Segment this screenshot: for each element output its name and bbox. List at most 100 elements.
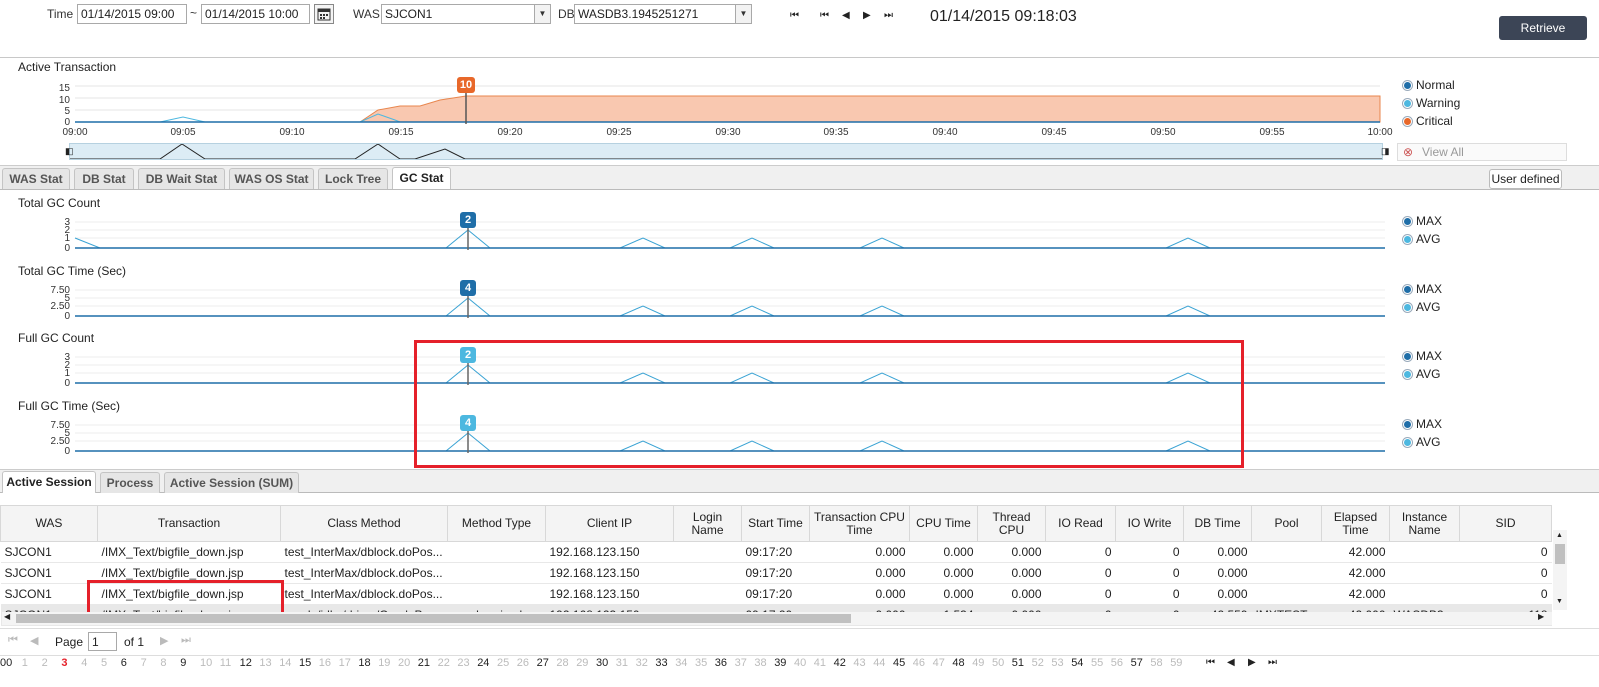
last-page-icon[interactable]: ⏭	[181, 634, 191, 647]
minute-link[interactable]: 21	[418, 657, 430, 669]
minute-link[interactable]: 52	[1032, 657, 1044, 669]
minute-link[interactable]: 4	[81, 657, 87, 669]
column-header[interactable]: Instance Name	[1389, 505, 1460, 542]
legend-item-max[interactable]: MAX	[1403, 415, 1442, 433]
minute-link[interactable]: 55	[1091, 657, 1103, 669]
minute-link[interactable]: 1	[22, 657, 28, 669]
column-header[interactable]: Class Method	[280, 505, 448, 542]
minute-link[interactable]: 32	[636, 657, 648, 669]
minute-link[interactable]: 19	[378, 657, 390, 669]
previous-minute-icon[interactable]: ◀	[1227, 657, 1235, 668]
column-header[interactable]: DB Time	[1183, 505, 1252, 542]
last-minute-icon[interactable]: ⏭	[1268, 657, 1277, 668]
legend-item-avg[interactable]: AVG	[1403, 298, 1442, 316]
column-header[interactable]: Elapsed Time	[1321, 505, 1390, 542]
column-header[interactable]: Transaction CPU Time	[809, 505, 910, 542]
minute-link[interactable]: 5	[101, 657, 107, 669]
minute-link[interactable]: 58	[1150, 657, 1162, 669]
minute-link[interactable]: 35	[695, 657, 707, 669]
tab-process[interactable]: Process	[100, 472, 160, 493]
vertical-scrollbar[interactable]: ▲ ▼	[1553, 530, 1567, 610]
minute-link[interactable]: 39	[774, 657, 786, 669]
column-header[interactable]: Client IP	[545, 505, 674, 542]
minute-link[interactable]: 22	[438, 657, 450, 669]
minute-link[interactable]: 48	[952, 657, 964, 669]
minute-link[interactable]: 45	[893, 657, 905, 669]
active-transaction-marker[interactable]: 10	[457, 77, 475, 93]
minute-link[interactable]: 29	[576, 657, 588, 669]
minute-link[interactable]: 26	[517, 657, 529, 669]
previous-page-icon[interactable]: ◀	[30, 634, 38, 647]
minute-link[interactable]: 14	[279, 657, 291, 669]
column-header[interactable]: Method Type	[447, 505, 546, 542]
was-select[interactable]: SJCON1 ▼	[381, 4, 551, 24]
minute-link[interactable]: 34	[675, 657, 687, 669]
next-icon[interactable]: ▶	[863, 10, 871, 21]
table-row[interactable]: SJCON1/IMX_Text/bigfile_down.jsp test_Int…	[0, 541, 1552, 563]
minute-link[interactable]: 47	[933, 657, 945, 669]
legend-item-warning[interactable]: Warning	[1403, 94, 1460, 112]
minute-link[interactable]: 53	[1051, 657, 1063, 669]
minute-link[interactable]: 25	[497, 657, 509, 669]
column-header[interactable]: Thread CPU	[977, 505, 1046, 542]
minute-link[interactable]: 42	[834, 657, 846, 669]
minute-link[interactable]: 51	[1012, 657, 1024, 669]
legend-item-avg[interactable]: AVG	[1403, 365, 1442, 383]
db-select[interactable]: WASDB3.1945251271 ▼	[574, 4, 752, 24]
tab-db-wait-stat[interactable]: DB Wait Stat	[138, 168, 225, 189]
navigator-right-handle[interactable]: ◨	[1381, 146, 1390, 157]
overview-navigator[interactable]	[69, 143, 1383, 160]
tab-was-os-stat[interactable]: WAS OS Stat	[229, 168, 314, 189]
retrieve-button[interactable]: Retrieve	[1499, 16, 1587, 40]
minute-link[interactable]: 38	[754, 657, 766, 669]
last-page-icon[interactable]: ⏭	[884, 10, 893, 21]
minute-link[interactable]: 50	[992, 657, 1004, 669]
minute-link[interactable]: 23	[457, 657, 469, 669]
time-from-input[interactable]: 01/14/2015 09:00	[77, 4, 187, 24]
column-header[interactable]: Transaction	[97, 505, 281, 542]
legend-item-max[interactable]: MAX	[1403, 212, 1442, 230]
column-header[interactable]: CPU Time	[909, 505, 978, 542]
first-page-icon[interactable]: ⏮	[790, 10, 799, 21]
column-header[interactable]: Start Time	[741, 505, 810, 542]
minute-link[interactable]: 37	[735, 657, 747, 669]
tab-gc-stat[interactable]: GC Stat	[392, 167, 451, 189]
minute-link[interactable]: 24	[477, 657, 489, 669]
minute-link[interactable]: 28	[556, 657, 568, 669]
legend-item-max[interactable]: MAX	[1403, 280, 1442, 298]
column-header[interactable]: Login Name	[673, 505, 742, 542]
user-defined-button[interactable]: User defined	[1489, 169, 1562, 189]
minute-link[interactable]: 9	[180, 657, 186, 669]
minute-link[interactable]: 15	[299, 657, 311, 669]
minute-link[interactable]: 11	[220, 657, 231, 669]
minute-link[interactable]: 40	[794, 657, 806, 669]
legend-item-critical[interactable]: Critical	[1403, 112, 1460, 130]
tab-was-stat[interactable]: WAS Stat	[2, 168, 70, 189]
minute-link[interactable]: 10	[200, 657, 212, 669]
time-to-input[interactable]: 01/14/2015 10:00	[201, 4, 310, 24]
column-header[interactable]: IO Write	[1115, 505, 1184, 542]
minute-link[interactable]: 3	[61, 657, 67, 669]
column-header[interactable]: WAS	[0, 505, 98, 542]
minute-link[interactable]: 54	[1071, 657, 1083, 669]
horizontal-scrollbar[interactable]: ◀ ▶	[2, 612, 1552, 625]
minute-link[interactable]: 33	[655, 657, 667, 669]
minute-link[interactable]: 49	[972, 657, 984, 669]
minute-link[interactable]: 00	[0, 657, 12, 669]
minute-link[interactable]: 59	[1170, 657, 1182, 669]
minute-link[interactable]: 44	[873, 657, 885, 669]
legend-item-avg[interactable]: AVG	[1403, 433, 1442, 451]
column-header[interactable]: SID	[1459, 505, 1552, 542]
minute-link[interactable]: 16	[319, 657, 331, 669]
tab-lock-tree[interactable]: Lock Tree	[318, 168, 388, 189]
minute-link[interactable]: 56	[1111, 657, 1123, 669]
legend-item-avg[interactable]: AVG	[1403, 230, 1442, 248]
minute-link[interactable]: 13	[259, 657, 271, 669]
minute-link[interactable]: 31	[616, 657, 628, 669]
legend-item-normal[interactable]: Normal	[1403, 76, 1460, 94]
next-page-icon[interactable]: ▶	[160, 634, 168, 647]
previous-icon[interactable]: ◀	[842, 10, 850, 21]
first-minute-icon[interactable]: ⏮	[1206, 657, 1215, 668]
minute-link[interactable]: 18	[358, 657, 370, 669]
navigator-left-handle[interactable]: ◧	[65, 146, 74, 157]
